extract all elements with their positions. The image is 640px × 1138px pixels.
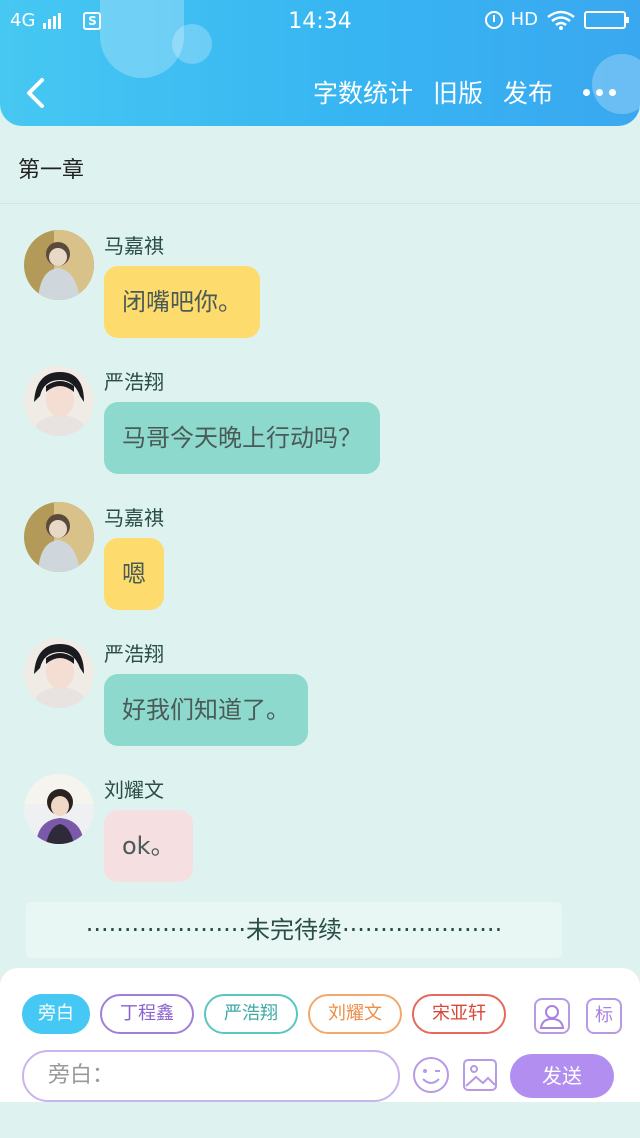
role-chip-narrator[interactable]: 旁白 <box>22 994 90 1034</box>
tag-icon[interactable]: 标 <box>586 998 622 1034</box>
sender-name: 严浩翔 <box>104 642 164 666</box>
role-chip[interactable]: 刘耀文 <box>308 994 402 1034</box>
avatar[interactable] <box>24 230 94 300</box>
sender-name: 严浩翔 <box>104 370 164 394</box>
nav-bar: 字数统计 旧版 发布 <box>0 60 640 126</box>
message-bubble[interactable]: 马哥今天晚上行动吗？ <box>104 402 380 474</box>
to-be-continued-banner: ·····················未完待续···············… <box>26 902 562 958</box>
avatar[interactable] <box>24 774 94 844</box>
role-chip[interactable]: 丁程鑫 <box>100 994 194 1034</box>
message-bubble[interactable]: 好我们知道了。 <box>104 674 308 746</box>
image-icon[interactable] <box>462 1058 498 1092</box>
avatar[interactable] <box>24 638 94 708</box>
hd-label: HD <box>510 9 538 30</box>
message-bubble[interactable]: 嗯 <box>104 538 164 610</box>
sender-name: 马嘉祺 <box>104 234 164 258</box>
word-count-button[interactable]: 字数统计 <box>313 74 413 110</box>
alarm-icon <box>484 10 503 29</box>
sender-name: 刘耀文 <box>104 778 164 802</box>
message-bubble[interactable]: ok。 <box>104 810 193 882</box>
chapter-title[interactable]: 第一章 <box>18 152 84 184</box>
battery-icon <box>584 10 629 29</box>
role-chip[interactable]: 严浩翔 <box>204 994 298 1034</box>
role-selector: 旁白 丁程鑫 严浩翔 刘耀文 宋亚轩 <box>22 994 516 1038</box>
back-icon[interactable] <box>22 76 48 110</box>
avatar[interactable] <box>24 366 94 436</box>
message-input[interactable]: 旁白： <box>22 1050 400 1102</box>
emoji-icon[interactable] <box>412 1056 450 1094</box>
wifi-icon <box>547 10 575 30</box>
send-button[interactable]: 发送 <box>510 1054 614 1098</box>
publish-button[interactable]: 发布 <box>503 74 553 110</box>
message-bubble[interactable]: 闭嘴吧你。 <box>104 266 260 338</box>
role-chip[interactable]: 宋亚轩 <box>412 994 506 1034</box>
avatar[interactable] <box>24 502 94 572</box>
header: 4G S 14:34 HD 字数统计 旧版 发布 <box>0 0 640 126</box>
more-icon[interactable] <box>583 88 616 96</box>
status-bar: 4G S 14:34 HD <box>0 0 640 44</box>
sender-name: 马嘉祺 <box>104 506 164 530</box>
add-role-icon[interactable] <box>534 998 570 1034</box>
divider <box>0 203 640 204</box>
old-version-button[interactable]: 旧版 <box>433 74 483 110</box>
